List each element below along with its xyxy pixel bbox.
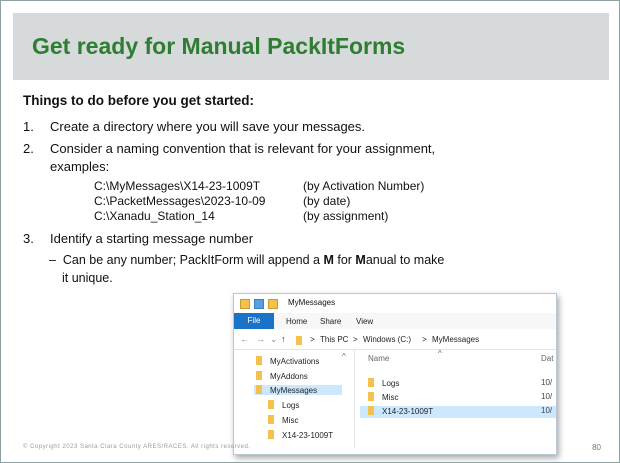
folder-icon: [368, 392, 374, 401]
sort-chevron-icon: ^: [438, 349, 442, 358]
page-number: 80: [592, 443, 601, 452]
folder-icon: [268, 400, 274, 409]
step-number: 1.: [23, 119, 34, 134]
folder-icon: [268, 415, 274, 424]
breadcrumb-separator: >: [353, 335, 358, 344]
tree-item[interactable]: MyAddons: [256, 371, 308, 381]
folder-icon: [256, 371, 262, 380]
folder-icon: [368, 406, 374, 415]
window-title: MyMessages: [288, 298, 336, 307]
folder-icon: [268, 430, 274, 439]
file-row[interactable]: Misc 10/: [360, 392, 556, 404]
folder-icon[interactable]: [240, 299, 250, 309]
tab-file[interactable]: File: [234, 313, 274, 329]
forward-arrow-icon[interactable]: →: [256, 334, 265, 344]
sub-bullet-line-2: it unique.: [62, 271, 113, 285]
tree-item[interactable]: MyActivations: [256, 356, 319, 366]
sub-bullet-text: Can be any number; PackItForm will appen…: [62, 253, 324, 267]
folder-icon: [368, 378, 374, 387]
step-text: Identify a starting message number: [50, 231, 254, 246]
ribbon: [234, 313, 556, 330]
example-path: C:\MyMessages\X14-23-1009T: [94, 179, 261, 193]
footer-copyright: © Copyright 2023 Santa Clara County ARES…: [23, 444, 251, 450]
back-arrow-icon[interactable]: ←: [240, 334, 249, 344]
dash-bullet: –: [49, 253, 56, 267]
breadcrumb-separator: >: [422, 335, 427, 344]
folder-icon: [256, 385, 262, 394]
bold-m: M: [323, 253, 334, 267]
step-3: 3. Identify a starting message number: [23, 231, 253, 246]
breadcrumb-separator: >: [310, 335, 315, 344]
step-number: 2.: [23, 141, 34, 156]
folder-icon: [256, 356, 262, 365]
example-path: C:\PacketMessages\2023-10-09: [94, 194, 266, 208]
column-header-date[interactable]: Dat: [541, 354, 553, 363]
tab-share[interactable]: Share: [320, 317, 341, 326]
window-title-bar: MyMessages: [234, 294, 556, 313]
breadcrumb-drive[interactable]: Windows (C:): [363, 335, 411, 344]
slide-title: Get ready for Manual PackItForms: [32, 33, 406, 59]
file-row[interactable]: Logs 10/: [360, 378, 556, 390]
torn-edge: [234, 446, 556, 454]
step-number: 3.: [23, 231, 34, 246]
sub-bullet-line-1: – Can be any number; PackItForm will app…: [49, 253, 444, 267]
step-2-continuation: examples:: [50, 159, 110, 174]
example-note: (by Activation Number): [303, 179, 425, 193]
tree-item-selected[interactable]: MyMessages: [254, 385, 342, 395]
folder-icon[interactable]: [268, 299, 278, 309]
scroll-up-icon[interactable]: ^: [342, 352, 346, 361]
example-path: C:\Xanadu_Station_14: [94, 209, 215, 223]
step-2: 2. Consider a naming convention that is r…: [23, 141, 435, 156]
breadcrumb-mymessages[interactable]: MyMessages: [432, 335, 479, 344]
folder-icon: [296, 336, 302, 345]
example-note: (by date): [303, 194, 351, 208]
bold-m: M: [355, 253, 366, 267]
section-heading: Things to do before you get started:: [23, 93, 255, 108]
up-arrow-icon[interactable]: ↑: [281, 334, 286, 344]
sub-bullet-text: for: [333, 253, 356, 267]
step-text: Create a directory where you will save y…: [50, 119, 366, 134]
tree-item[interactable]: Logs: [268, 400, 299, 410]
breadcrumb-this-pc[interactable]: This PC: [320, 335, 348, 344]
tree-item[interactable]: Misc: [268, 415, 298, 425]
check-icon[interactable]: [254, 299, 264, 309]
chevron-down-icon[interactable]: ⌄: [270, 334, 278, 345]
example-note: (by assignment): [303, 209, 389, 223]
tree-item[interactable]: X14-23-1009T: [268, 430, 333, 440]
sub-bullet-text: anual to make: [365, 253, 445, 267]
column-header-name[interactable]: Name: [368, 354, 389, 363]
file-row-selected[interactable]: X14-23-1009T 10/: [360, 406, 556, 418]
step-text: Consider a naming convention that is rel…: [50, 141, 436, 156]
tab-view[interactable]: View: [356, 317, 373, 326]
step-1: 1. Create a directory where you will save…: [23, 119, 365, 134]
file-explorer-window: MyMessages File Home Share View ← → ⌄ ↑ …: [233, 293, 557, 455]
tab-home[interactable]: Home: [286, 317, 307, 326]
slide: Get ready for Manual PackItForms Things …: [0, 0, 620, 463]
